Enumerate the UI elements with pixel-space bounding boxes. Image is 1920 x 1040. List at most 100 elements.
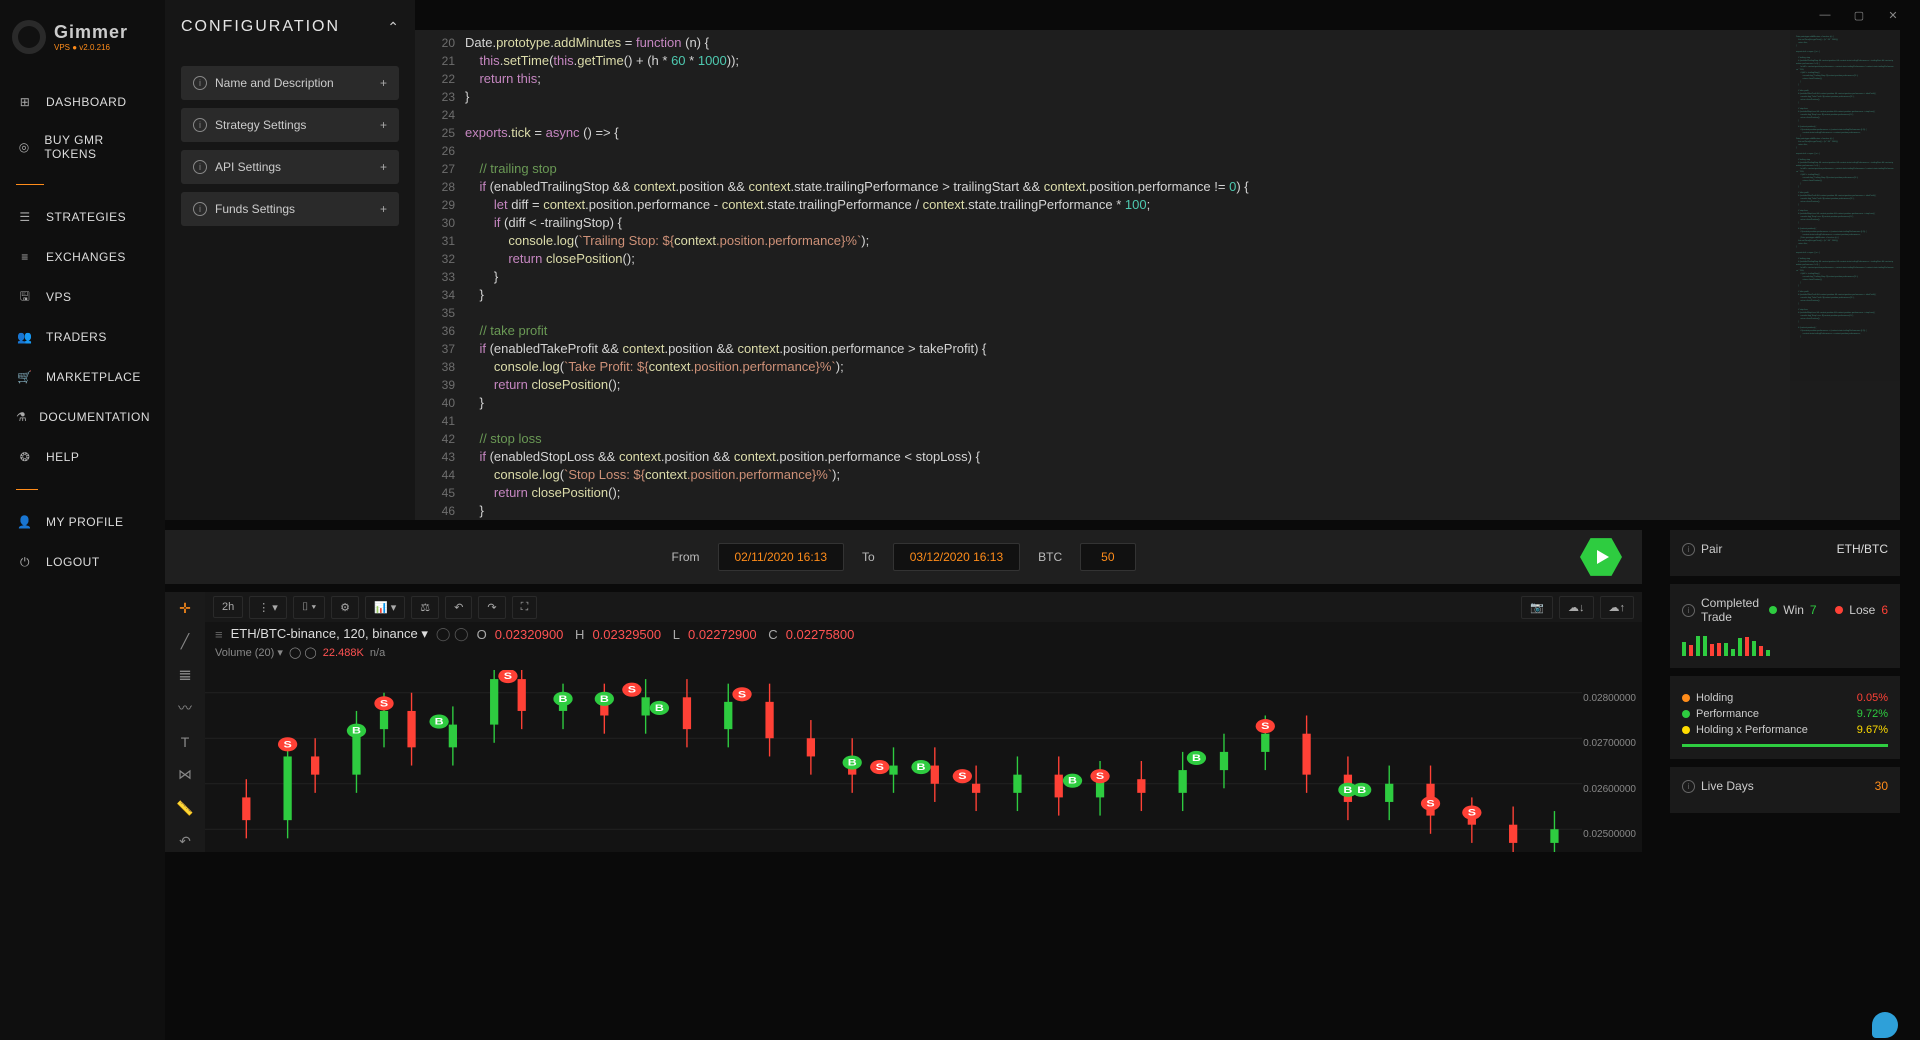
ohlc-readout: O0.02320900 H0.02329500 L0.02272900 C0.0… <box>477 627 863 642</box>
ruler-tool[interactable]: 📏 <box>174 798 196 819</box>
svg-text:B: B <box>1357 785 1366 795</box>
sidebar-item-vps[interactable]: 🖫VPS <box>0 277 165 317</box>
traders-icon: 👥 <box>16 328 34 346</box>
chat-button[interactable] <box>1872 1012 1898 1038</box>
config-item-1[interactable]: iStrategy Settings+ <box>181 108 399 142</box>
chart-main[interactable]: 2h ⋮ ▾ ⌷ ▾ ⚙ 📊 ▾ ⚖ ↶ ↷ ⛶ 📷 ☁↓ ☁↑ ≡ ETH/ <box>205 592 1642 852</box>
info-icon: i <box>1682 780 1695 793</box>
text-tool[interactable]: T <box>174 731 196 752</box>
snapshot-button[interactable]: 📷 <box>1521 596 1553 619</box>
sidebar-item-profile[interactable]: 👤MY PROFILE <box>0 502 165 542</box>
pitchfork-tool[interactable]: 𝌆 <box>174 665 196 686</box>
sidebar-item-exchanges[interactable]: ≡EXCHANGES <box>0 237 165 277</box>
svg-text:B: B <box>1343 785 1352 795</box>
pattern-tool[interactable]: ⋈ <box>174 764 196 785</box>
window-titlebar: — ▢ ✕ <box>1798 0 1920 30</box>
svg-text:S: S <box>628 685 636 695</box>
winloss-sparkline <box>1682 632 1888 656</box>
chart-canvas[interactable]: SBSBSBBSBSBSBSBSBSBBSS <box>205 670 1582 852</box>
svg-text:B: B <box>600 694 609 704</box>
undo-button[interactable]: ↶ <box>445 596 472 619</box>
volume-readout: Volume (20) ▾ ◯ ◯ 22.488K n/a <box>205 646 1642 663</box>
interval-menu[interactable]: ⋮ ▾ <box>249 596 287 619</box>
bottom-region: From 02/11/2020 16:13 To 03/12/2020 16:1… <box>165 530 1920 1040</box>
config-item-2[interactable]: iAPI Settings+ <box>181 150 399 184</box>
token-icon: ◎ <box>16 138 32 156</box>
code-content[interactable]: Date.prototype.addMinutes = function (n)… <box>465 30 1790 520</box>
chart-tool-palette: ✛ ╱ 𝌆 〰 T ⋈ 📏 ↶ <box>165 592 205 852</box>
info-icon: i <box>193 118 207 132</box>
chart-y-axis: 0.028000000.027000000.026000000.02500000 <box>1582 670 1642 852</box>
cart-icon: 🛒 <box>16 368 34 386</box>
window-close-button[interactable]: ✕ <box>1886 8 1900 22</box>
save-cloud-button[interactable]: ☁↓ <box>1559 596 1594 619</box>
svg-text:S: S <box>1468 808 1476 818</box>
svg-text:S: S <box>738 690 746 700</box>
unit-label: BTC <box>1038 550 1062 564</box>
from-label: From <box>672 550 700 564</box>
fullscreen-button[interactable]: ⛶ <box>512 596 538 619</box>
redo-button[interactable]: ↷ <box>478 596 505 619</box>
amount-input[interactable]: 50 <box>1080 543 1135 571</box>
sidebar-item-help[interactable]: ❂HELP <box>0 437 165 477</box>
svg-text:B: B <box>1192 753 1201 763</box>
from-date-input[interactable]: 02/11/2020 16:13 <box>718 543 845 571</box>
run-backtest-button[interactable] <box>1580 536 1622 578</box>
dashboard-icon: ⊞ <box>16 93 34 111</box>
svg-text:S: S <box>958 772 966 782</box>
brand-version: VPS ● v2.0.216 <box>54 43 128 52</box>
chart-container: ✛ ╱ 𝌆 〰 T ⋈ 📏 ↶ 2h ⋮ ▾ ⌷ ▾ ⚙ 📊 ▾ ⚖ ↶ ↷ <box>165 592 1642 852</box>
logo-area: Gimmer VPS ● v2.0.216 <box>0 10 165 74</box>
sidebar-item-traders[interactable]: 👥TRADERS <box>0 317 165 357</box>
svg-text:S: S <box>876 763 884 773</box>
config-item-3[interactable]: iFunds Settings+ <box>181 192 399 226</box>
sidebar-item-logout[interactable]: ⏻LOGOUT <box>0 542 165 582</box>
crosshair-tool[interactable]: ✛ <box>174 598 196 619</box>
stats-panel: iPairETH/BTC iCompleted Trade Win 7 Lose… <box>1670 530 1900 1040</box>
sidebar-item-buy-tokens[interactable]: ◎BUY GMR TOKENS <box>0 122 165 172</box>
sidebar-item-dashboard[interactable]: ⊞DASHBOARD <box>0 82 165 122</box>
strategies-icon: ☰ <box>16 208 34 226</box>
load-cloud-button[interactable]: ☁↑ <box>1600 596 1635 619</box>
compare-button[interactable]: ⚖ <box>411 596 439 619</box>
help-icon: ❂ <box>16 448 34 466</box>
sidebar-item-documentation[interactable]: ⚗DOCUMENTATION <box>0 397 165 437</box>
window-maximize-button[interactable]: ▢ <box>1852 8 1866 22</box>
interval-selector[interactable]: 2h <box>213 596 243 618</box>
line-gutter: 2021222324252627282930313233343536373839… <box>415 30 465 520</box>
chart-pair-label[interactable]: ETH/BTC-binance, 120, binance ▾ <box>231 626 428 642</box>
svg-text:B: B <box>559 694 568 704</box>
brush-tool[interactable]: 〰 <box>174 698 196 719</box>
to-date-input[interactable]: 03/12/2020 16:13 <box>893 543 1020 571</box>
svg-text:B: B <box>917 763 926 773</box>
to-label: To <box>862 550 875 564</box>
svg-text:B: B <box>848 758 857 768</box>
window-minimize-button[interactable]: — <box>1818 8 1832 22</box>
svg-text:B: B <box>655 703 664 713</box>
brand-name: Gimmer <box>54 22 128 43</box>
code-editor[interactable]: 2021222324252627282930313233343536373839… <box>415 30 1900 520</box>
livedays-card: iLive Days30 <box>1670 767 1900 813</box>
config-item-0[interactable]: iName and Description+ <box>181 66 399 100</box>
minimap[interactable]: Date.prototype.addMinutes = function (n)… <box>1790 30 1900 520</box>
config-title: CONFIGURATION <box>181 18 340 36</box>
trendline-tool[interactable]: ╱ <box>174 631 196 652</box>
svg-text:S: S <box>1261 722 1269 732</box>
indicators-button[interactable]: 📊 ▾ <box>365 596 405 619</box>
chart-header: ≡ ETH/BTC-binance, 120, binance ▾ ◯ ◯ O0… <box>205 622 1642 646</box>
vps-icon: 🖫 <box>16 288 34 306</box>
backtest-bar: From 02/11/2020 16:13 To 03/12/2020 16:1… <box>165 530 1642 584</box>
sidebar-item-strategies[interactable]: ☰STRATEGIES <box>0 197 165 237</box>
doc-icon: ⚗ <box>16 408 27 426</box>
svg-text:B: B <box>1068 776 1077 786</box>
candle-style-button[interactable]: ⌷ ▾ <box>293 596 325 619</box>
sidebar-item-marketplace[interactable]: 🛒MARKETPLACE <box>0 357 165 397</box>
profile-icon: 👤 <box>16 513 34 531</box>
chart-settings-button[interactable]: ⚙ <box>331 596 359 619</box>
chart-toolbar: 2h ⋮ ▾ ⌷ ▾ ⚙ 📊 ▾ ⚖ ↶ ↷ ⛶ 📷 ☁↓ ☁↑ <box>205 592 1642 622</box>
info-icon: i <box>1682 543 1695 556</box>
collapse-icon[interactable]: ⌃ <box>387 19 399 36</box>
undo-tool[interactable]: ↶ <box>174 831 196 852</box>
svg-text:S: S <box>504 672 512 682</box>
info-icon: i <box>193 160 207 174</box>
